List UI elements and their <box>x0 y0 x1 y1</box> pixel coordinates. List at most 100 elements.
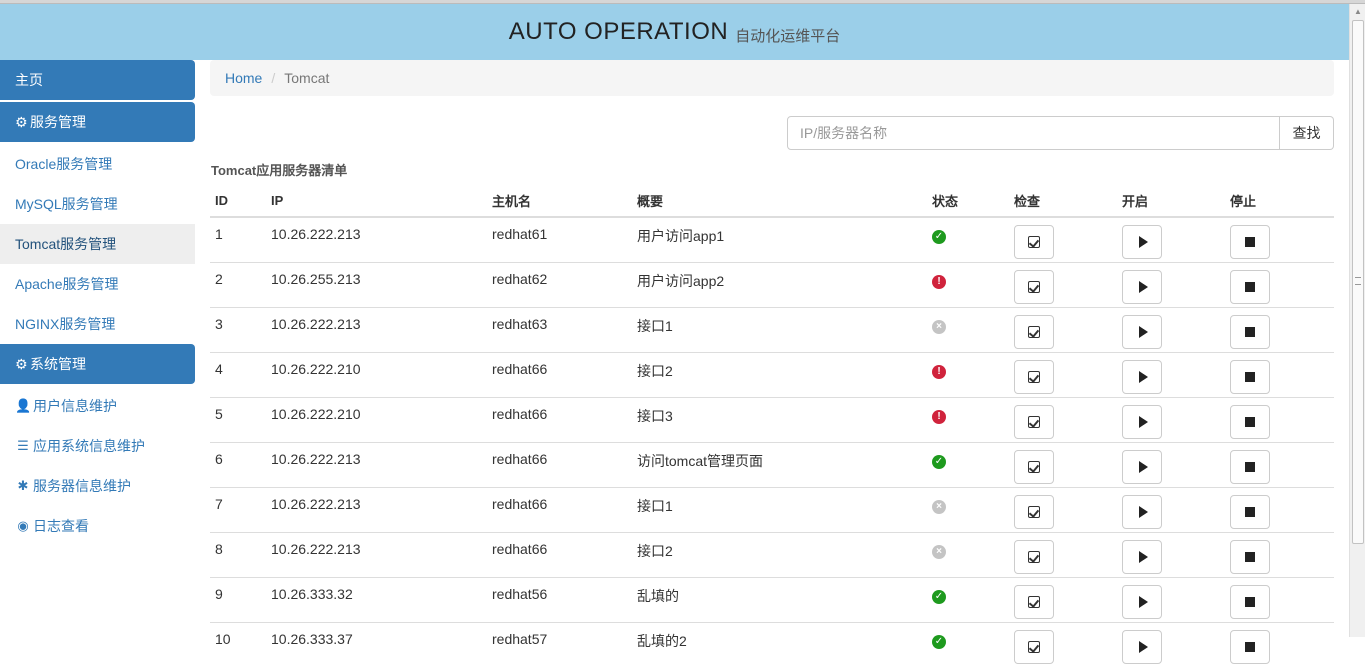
column-header-status: 状态 <box>927 185 1009 218</box>
sidebar-item-app-info[interactable]: ☰ 应用系统信息维护 <box>0 426 195 466</box>
check-button[interactable] <box>1014 629 1054 664</box>
check-button[interactable] <box>1014 269 1054 304</box>
cell-stop <box>1225 396 1334 442</box>
sidebar-section-service-mgmt[interactable]: ⚙ 服务管理 <box>0 102 195 142</box>
start-button[interactable] <box>1122 269 1162 304</box>
search-input[interactable] <box>787 116 1280 150</box>
breadcrumb-home-link[interactable]: Home <box>225 70 262 86</box>
sidebar-item-label: NGINX服务管理 <box>15 316 116 332</box>
check-button[interactable] <box>1014 584 1054 619</box>
sidebar-item-home[interactable]: 主页 <box>0 60 195 100</box>
check-icon <box>1028 325 1040 338</box>
play-icon <box>1138 415 1148 428</box>
stop-icon <box>1245 506 1255 517</box>
cell-status: × <box>927 306 1009 352</box>
stop-icon <box>1245 281 1255 292</box>
vertical-scrollbar[interactable]: ▲ <box>1349 4 1365 637</box>
sidebar-item-mysql[interactable]: MySQL服务管理 <box>0 184 195 224</box>
sidebar: 主页 ⚙ 服务管理 Oracle服务管理 MySQL服务管理 Tomcat服务管… <box>0 60 195 546</box>
list-title: Tomcat应用服务器清单 <box>211 163 348 178</box>
sidebar-item-tomcat[interactable]: Tomcat服务管理 <box>0 224 195 264</box>
stop-icon <box>1245 237 1255 247</box>
cell-id: 4 <box>210 351 266 397</box>
cell-status: ! <box>927 351 1009 397</box>
sidebar-item-oracle[interactable]: Oracle服务管理 <box>0 144 195 184</box>
stop-button[interactable] <box>1230 269 1270 304</box>
stop-button[interactable] <box>1230 629 1270 664</box>
cell-ip: 10.26.333.37 <box>266 621 487 667</box>
stop-icon <box>1245 551 1255 562</box>
check-icon <box>1028 370 1040 383</box>
cell-start <box>1117 261 1225 307</box>
stop-button[interactable] <box>1230 494 1270 529</box>
sidebar-item-logs[interactable]: ◉ 日志查看 <box>0 506 195 546</box>
start-button[interactable] <box>1122 359 1162 394</box>
start-button[interactable] <box>1122 494 1162 529</box>
sidebar-item-user-info[interactable]: 👤 用户信息维护 <box>0 386 195 426</box>
sidebar-item-label: 日志查看 <box>33 518 89 534</box>
check-button[interactable] <box>1014 314 1054 349</box>
check-button[interactable] <box>1014 359 1054 394</box>
cell-status: ✓ <box>927 576 1009 622</box>
cell-stop <box>1225 351 1334 397</box>
start-button[interactable] <box>1122 584 1162 619</box>
table-row: 2 10.26.255.213 redhat62 用户访问app2! <box>210 261 1334 307</box>
column-header-stop: 停止 <box>1225 185 1334 218</box>
cell-check <box>1009 531 1117 577</box>
sidebar-item-label: Oracle服务管理 <box>15 156 113 172</box>
check-icon <box>1028 640 1040 653</box>
check-button[interactable] <box>1014 404 1054 439</box>
check-icon <box>1028 415 1040 428</box>
cell-stop <box>1225 441 1334 487</box>
column-header-ip: IP <box>266 185 487 218</box>
check-icon <box>1028 550 1040 563</box>
breadcrumb-current: Tomcat <box>284 70 330 86</box>
sidebar-item-apache[interactable]: Apache服务管理 <box>0 264 195 304</box>
column-header-host: 主机名 <box>487 185 632 218</box>
check-button[interactable] <box>1014 225 1054 259</box>
status-error-icon: ! <box>932 274 946 289</box>
stop-button[interactable] <box>1230 314 1270 349</box>
scrollbar-thumb[interactable] <box>1352 20 1364 544</box>
start-button[interactable] <box>1122 629 1162 664</box>
play-icon <box>1138 595 1148 608</box>
stop-button[interactable] <box>1230 539 1270 574</box>
cell-id: 7 <box>210 486 266 532</box>
sidebar-item-label: 用户信息维护 <box>33 398 117 414</box>
start-button[interactable] <box>1122 404 1162 439</box>
cell-host: redhat66 <box>487 351 632 397</box>
status-ok-icon: ✓ <box>932 230 946 244</box>
app-header: AUTO OPERATION 自动化运维平台 <box>0 4 1349 60</box>
cell-status: ✓ <box>927 621 1009 667</box>
scroll-up-arrow-icon[interactable]: ▲ <box>1350 4 1365 20</box>
sidebar-section-label: 系统管理 <box>30 356 86 372</box>
sidebar-item-server-info[interactable]: ✱ 服务器信息维护 <box>0 466 195 506</box>
status-stopped-icon: × <box>932 319 946 334</box>
stop-button[interactable] <box>1230 359 1270 394</box>
stop-button[interactable] <box>1230 449 1270 484</box>
stop-icon <box>1245 641 1255 652</box>
cell-ip: 10.26.222.213 <box>266 531 487 577</box>
start-button[interactable] <box>1122 314 1162 349</box>
stop-button[interactable] <box>1230 584 1270 619</box>
table-row: 7 10.26.222.213 redhat66 接口1 × <box>210 486 1334 532</box>
cell-start <box>1117 396 1225 442</box>
start-button[interactable] <box>1122 449 1162 484</box>
check-button[interactable] <box>1014 539 1054 574</box>
stop-button[interactable] <box>1230 225 1270 259</box>
check-icon <box>1028 460 1040 473</box>
cell-summary: 接口1 <box>632 306 927 352</box>
play-icon <box>1138 325 1148 338</box>
sidebar-item-label: Tomcat服务管理 <box>15 236 117 252</box>
cell-summary: 乱填的 <box>632 576 927 622</box>
start-button[interactable] <box>1122 539 1162 574</box>
search-button[interactable]: 查找 <box>1280 116 1334 150</box>
stop-button[interactable] <box>1230 404 1270 439</box>
sidebar-section-system-mgmt[interactable]: ⚙ 系统管理 <box>0 344 195 384</box>
start-button[interactable] <box>1122 225 1162 259</box>
table-row: 10 10.26.333.37 redhat57 乱填的2 ✓ <box>210 621 1334 667</box>
sidebar-item-label: 服务器信息维护 <box>33 478 131 494</box>
sidebar-item-nginx[interactable]: NGINX服务管理 <box>0 304 195 344</box>
check-button[interactable] <box>1014 494 1054 529</box>
check-button[interactable] <box>1014 449 1054 484</box>
